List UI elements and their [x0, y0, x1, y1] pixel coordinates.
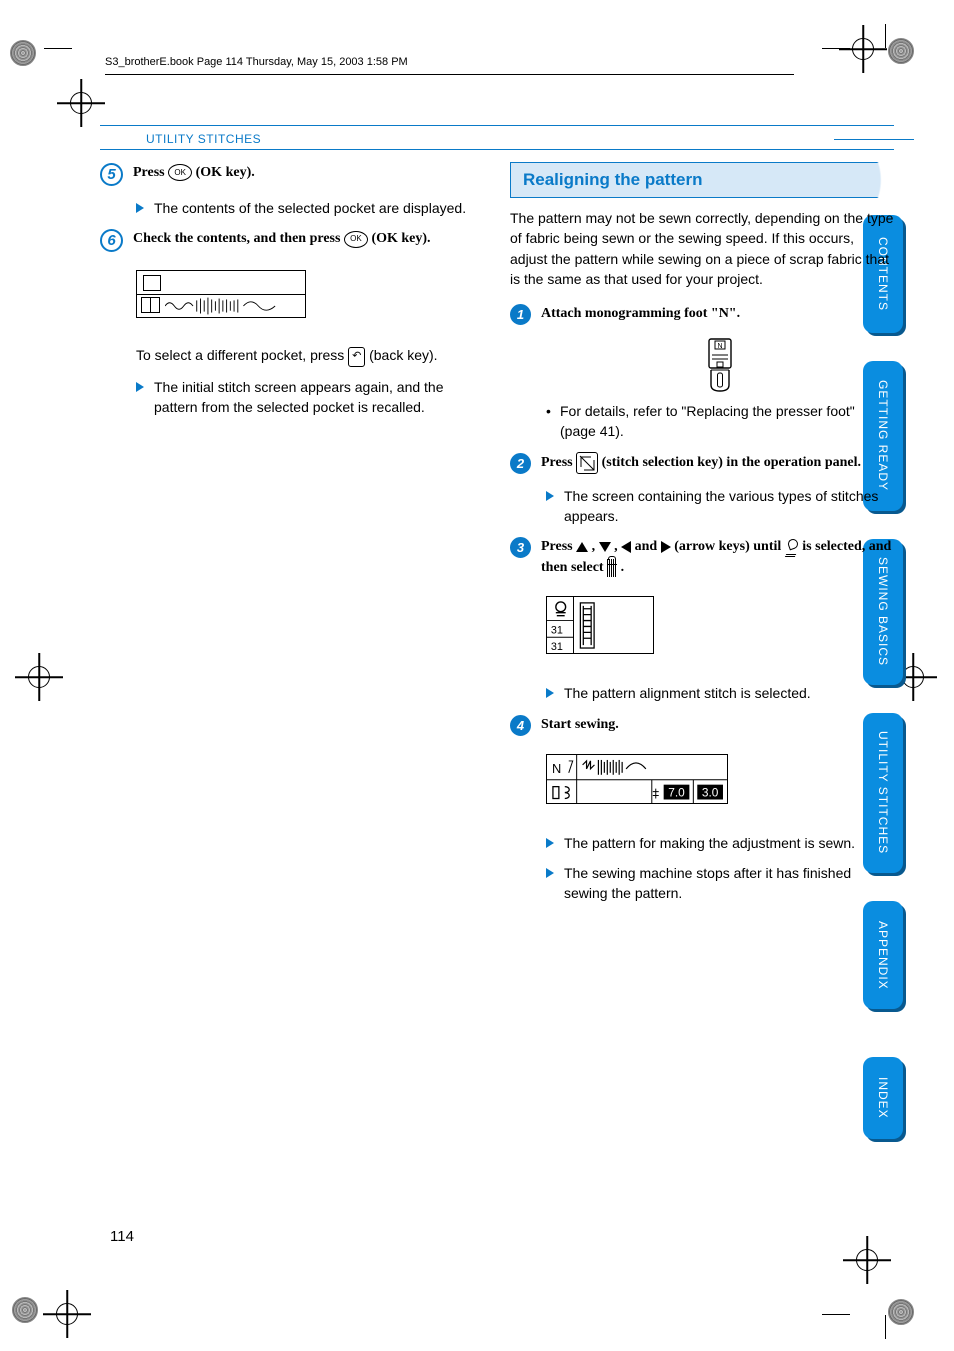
text: Check the contents, and then press	[133, 231, 344, 246]
text: Press	[541, 539, 576, 554]
r-step-1: 1 Attach monogramming foot "N".	[510, 303, 894, 325]
waveform-icon	[165, 297, 277, 315]
section-header: UTILITY STITCHES	[100, 128, 894, 150]
text: (OK key).	[371, 231, 430, 246]
alignment-stitch-icon	[785, 539, 799, 555]
step-5: 5 Press OK (OK key).	[100, 162, 484, 186]
crop-line	[44, 48, 72, 49]
crop-target-tr	[852, 38, 874, 60]
ok-key-icon: OK	[344, 231, 368, 248]
step-5-title: Press OK (OK key).	[133, 162, 484, 183]
text: (arrow keys) until	[674, 539, 785, 554]
svg-text:3.0: 3.0	[702, 785, 719, 799]
crop-target-br	[856, 1249, 878, 1271]
arrow-down-icon	[599, 542, 611, 552]
crop-line	[822, 48, 850, 49]
step-5-result: The contents of the selected pocket are …	[136, 198, 484, 218]
back-key-icon: ↶	[348, 347, 365, 367]
left-column: 5 Press OK (OK key). The contents of the…	[100, 162, 484, 914]
step-number-5: 5	[100, 163, 123, 186]
svg-text:N: N	[552, 760, 561, 775]
page-body: UTILITY STITCHES 5 Press OK (OK key). Th…	[100, 128, 894, 1251]
r-step-4: 4 Start sewing.	[510, 714, 894, 736]
r-step-4-result-2: The sewing machine stops after it has fi…	[546, 863, 894, 904]
stitch-selection-key-icon	[576, 452, 598, 474]
text: (OK key).	[196, 165, 255, 180]
lcd-stitch-select: 31 31	[546, 596, 654, 654]
r-step-1-bullet: For details, refer to "Replacing the pre…	[546, 401, 894, 442]
crop-line	[822, 1314, 850, 1315]
step-6-result: The initial stitch screen appears again,…	[136, 377, 484, 418]
step-6-title: Check the contents, and then press OK (O…	[133, 228, 484, 249]
realigning-intro: The pattern may not be sewn correctly, d…	[510, 208, 894, 289]
ok-key-icon: OK	[168, 164, 192, 181]
r-step-3: 3 Press , , and (arrow keys) until	[510, 536, 894, 578]
crop-line	[885, 24, 886, 48]
r-step-2-result: The screen containing the various types …	[546, 486, 894, 527]
text: .	[621, 560, 625, 575]
step-6: 6 Check the contents, and then press OK …	[100, 228, 484, 252]
page-number: 114	[110, 1228, 134, 1245]
heading-realigning-label: Realigning the pattern	[523, 170, 881, 190]
section-header-label: UTILITY STITCHES	[146, 132, 261, 146]
heading-realigning: Realigning the pattern	[510, 162, 894, 198]
r-step-number-3: 3	[510, 537, 531, 558]
crop-target-bl	[56, 1303, 78, 1325]
crop-ornament-br	[888, 1299, 914, 1325]
doc-header: S3_brotherE.book Page 114 Thursday, May …	[105, 56, 794, 75]
r-step-4-result-1: The pattern for making the adjustment is…	[546, 833, 894, 853]
right-column: Realigning the pattern The pattern may n…	[510, 162, 894, 914]
arrow-right-icon	[661, 541, 671, 553]
lcd-pocket-contents	[136, 270, 306, 318]
lcd-sewing-status: N	[546, 754, 728, 804]
bar-pattern-icon	[607, 559, 617, 577]
text: To select a different pocket, press	[136, 347, 348, 363]
arrow-left-icon	[621, 541, 631, 553]
step-6-note: To select a different pocket, press ↶ (b…	[136, 345, 484, 366]
r-step-number-1: 1	[510, 304, 531, 325]
text: Press	[541, 455, 576, 470]
step-number-6: 6	[100, 229, 123, 252]
r-step-2: 2 Press (stitch selection key) in the op…	[510, 452, 894, 474]
svg-text:31: 31	[551, 641, 563, 653]
crop-target-left	[28, 666, 50, 688]
r-step-number-4: 4	[510, 715, 531, 736]
text: and	[635, 539, 661, 554]
svg-text:7.0: 7.0	[668, 785, 685, 799]
presser-foot-n-icon: N	[698, 337, 742, 393]
svg-text:31: 31	[551, 625, 563, 637]
r-step-1-title: Attach monogramming foot "N".	[541, 303, 894, 324]
text: ,	[614, 539, 621, 554]
crop-ornament-tr	[888, 38, 914, 64]
text: ,	[592, 539, 599, 554]
section-header-rule	[834, 139, 914, 140]
text: (stitch selection key) in the operation …	[602, 455, 861, 470]
r-step-2-title: Press (stitch selection key) in the oper…	[541, 452, 894, 474]
crop-line	[885, 1315, 886, 1339]
r-step-4-title: Start sewing.	[541, 714, 894, 735]
arrow-up-icon	[576, 542, 588, 552]
r-step-number-2: 2	[510, 453, 531, 474]
svg-text:N: N	[717, 343, 722, 350]
r-step-3-result: The pattern alignment stitch is selected…	[546, 683, 894, 703]
crop-target-tl	[70, 92, 92, 114]
r-step-3-title: Press , , and (arrow keys) until is sele…	[541, 536, 894, 578]
text: (back key).	[369, 347, 437, 363]
crop-ornament-bl	[12, 1297, 38, 1323]
text: Press	[133, 165, 168, 180]
crop-ornament-tl	[10, 40, 36, 66]
